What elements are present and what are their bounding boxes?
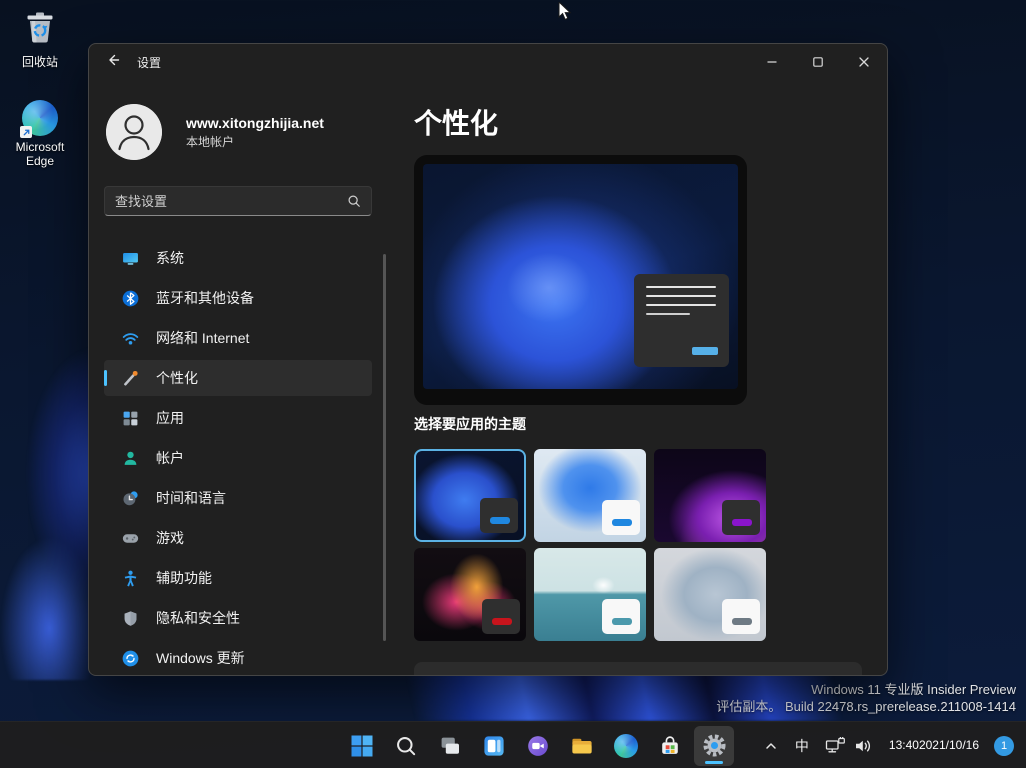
volume-icon [853,736,873,756]
theme-preview-card [634,274,729,367]
store-button[interactable] [650,726,690,766]
theme-thumbnail-light-gray-bloom[interactable] [654,548,766,641]
sidebar-item-privacy-security[interactable]: 隐私和安全性 [104,600,372,636]
theme-grid [414,449,766,641]
hidden-icons-button[interactable] [758,727,784,765]
sidebar-nav: 系统 蓝牙和其他设备 网络和 Internet 个性化 [104,240,372,676]
account-block[interactable]: www.xitongzhijia.net 本地帐户 [106,103,376,161]
shield-icon [122,610,139,627]
settings-search [104,186,372,216]
wifi-icon [122,330,139,347]
back-arrow-icon [105,52,121,73]
theme-thumbnail-purple-glow[interactable] [654,449,766,542]
file-explorer-button[interactable] [562,726,602,766]
theme-thumbnail-colorful-flower[interactable] [414,548,526,641]
store-icon [658,734,682,758]
widgets-button[interactable] [474,726,514,766]
accessibility-person-icon [122,570,139,587]
sidebar-item-system[interactable]: 系统 [104,240,372,276]
personalization-brush-icon [122,370,139,387]
sidebar-item-personalization[interactable]: 个性化 [104,360,372,396]
ime-indicator[interactable]: 中 [790,727,814,765]
shortcut-arrow-icon [20,126,32,138]
network-icon [825,736,847,756]
avatar [106,104,162,160]
system-icon [122,250,139,267]
widgets-icon [482,734,506,758]
search-input[interactable] [105,194,347,209]
sidebar-item-accounts[interactable]: 帐户 [104,440,372,476]
sidebar-item-apps[interactable]: 应用 [104,400,372,436]
back-button[interactable] [97,49,129,75]
sidebar-item-windows-update[interactable]: Windows 更新 [104,640,372,676]
sidebar-item-bluetooth-devices[interactable]: 蓝牙和其他设备 [104,280,372,316]
sidebar-item-gaming[interactable]: 游戏 [104,520,372,556]
update-refresh-icon [122,650,139,667]
desktop-icon-microsoft-edge[interactable]: Microsoft Edge [4,100,76,168]
search-icon [394,734,418,758]
window-title: 设置 [137,54,161,71]
edge-icon [22,100,58,136]
notification-badge[interactable]: 1 [994,736,1014,756]
sidebar-item-network-internet[interactable]: 网络和 Internet [104,320,372,356]
tray-date: 2021/10/16 [919,738,979,753]
taskbar: 中 13:40 2021/10/16 1 [0,721,1026,768]
watermark-line1: Windows 11 专业版 Insider Preview [716,681,1016,698]
watermark-line2: 评估副本。 Build 22478.rs_prerelease.211008-1… [716,698,1016,715]
sidebar-item-time-language[interactable]: 时间和语言 [104,480,372,516]
start-button[interactable] [342,726,382,766]
activation-notice-banner[interactable]: 你需要先激活 Windows，然后才能对电脑进行个性化设置 [414,662,862,676]
theme-thumbnail-dark-blue-bloom[interactable] [414,449,526,542]
tray-time: 13:40 [889,738,919,753]
chat-icon [526,734,550,758]
gamepad-icon [122,530,139,547]
theme-thumbnail-light-blue-bloom[interactable] [534,449,646,542]
mouse-cursor [558,2,573,22]
account-type: 本地帐户 [186,134,324,150]
personalization-page: 个性化 选择要应用的主题 [414,44,874,676]
desktop-icon-label: Microsoft Edge [4,140,76,168]
desktop-icon-recycle-bin[interactable]: 回收站 [12,8,68,69]
taskbar-search-button[interactable] [386,726,426,766]
accent-pill [692,347,718,355]
bluetooth-icon [122,290,139,307]
apps-icon [122,410,139,427]
sidebar-scrollbar[interactable] [383,254,386,641]
chevron-up-icon [763,738,779,754]
clock-icon [122,490,139,507]
file-explorer-icon [570,734,594,758]
network-volume-button[interactable] [820,727,878,765]
notice-text: 你需要先激活 Windows，然后才能对电脑进行个性化设置 [457,674,812,676]
desktop-icon-label: 回收站 [22,55,58,69]
clock-date-button[interactable]: 13:40 2021/10/16 [884,727,984,765]
start-icon [350,734,374,758]
task-view-button[interactable] [430,726,470,766]
theme-preview-wallpaper [423,164,738,389]
theme-preview-monitor [414,155,747,405]
settings-gear-icon [702,733,727,758]
chat-button[interactable] [518,726,558,766]
edge-icon [614,734,638,758]
theme-thumbnail-lake-landscape[interactable] [534,548,646,641]
recycle-bin-icon [21,8,59,51]
edge-button[interactable] [606,726,646,766]
page-title: 个性化 [414,102,498,142]
wallpaper-bloom [0,250,90,680]
settings-window: 设置 www.xitongzhijia.net 本地帐户 [88,43,888,676]
theme-section-label: 选择要应用的主题 [414,414,526,434]
settings-button[interactable] [694,726,734,766]
accounts-person-icon [122,450,139,467]
sidebar-item-accessibility[interactable]: 辅助功能 [104,560,372,596]
search-icon [347,194,361,208]
activation-watermark: Windows 11 专业版 Insider Preview 评估副本。 Bui… [716,681,1016,715]
task-view-icon [438,734,462,758]
account-name: www.xitongzhijia.net [186,114,324,132]
